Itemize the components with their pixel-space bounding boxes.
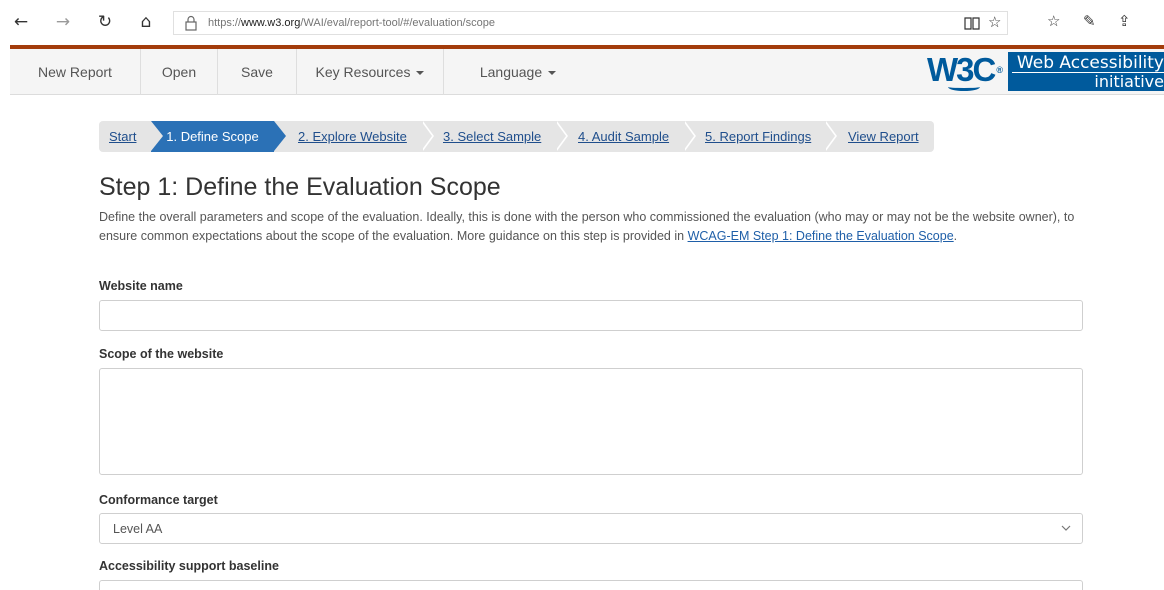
caret-down-icon (548, 71, 557, 76)
accessibility-support-label: Accessibility support baseline (99, 559, 279, 573)
step-report-findings-link[interactable]: 5. Report Findings (705, 121, 811, 152)
address-bar[interactable]: https://www.w3.org/WAI/eval/report-tool/… (173, 11, 1008, 35)
website-name-label: Website name (99, 279, 183, 293)
language-menu[interactable]: Language (444, 49, 592, 95)
accessibility-support-input[interactable] (99, 580, 1083, 590)
save-button[interactable]: Save (218, 49, 297, 95)
favorite-star-icon[interactable]: ☆ (988, 13, 1001, 31)
step-navigation: Start 1. Define Scope 2. Explore Website… (99, 121, 934, 152)
intro-paragraph: Define the overall parameters and scope … (99, 208, 1084, 245)
pen-icon[interactable]: ✎ (1083, 12, 1096, 30)
new-report-button[interactable]: New Report (10, 49, 141, 95)
w3c-logo-swoosh (948, 83, 980, 91)
conformance-target-value: Level AA (113, 522, 163, 536)
step-audit-sample-link[interactable]: 4. Audit Sample (578, 121, 669, 152)
open-button[interactable]: Open (141, 49, 218, 95)
step-select-sample-link[interactable]: 3. Select Sample (443, 121, 541, 152)
wcag-em-step1-link[interactable]: WCAG-EM Step 1: Define the Evaluation Sc… (688, 229, 954, 243)
app-header: New Report Open Save Key Resources Langu… (10, 49, 1164, 95)
caret-down-icon (416, 71, 425, 76)
chevron-down-icon (1061, 525, 1071, 531)
registered-mark: ® (996, 65, 1003, 75)
forward-icon[interactable]: → (50, 9, 76, 35)
favorites-list-icon[interactable]: ☆ (1047, 12, 1060, 30)
language-label: Language (479, 64, 543, 80)
step-separator-inner (824, 121, 835, 151)
back-icon[interactable]: ← (8, 9, 34, 35)
step-notch (151, 121, 163, 151)
page-title: Step 1: Define the Evaluation Scope (99, 173, 501, 201)
wai-logo-line2: initiative (1094, 72, 1164, 91)
step-define-scope-link[interactable]: 1. Define Scope (151, 121, 274, 152)
step-start-link[interactable]: Start (109, 121, 136, 152)
home-icon[interactable]: ⌂ (133, 9, 159, 35)
key-resources-label: Key Resources (315, 64, 411, 80)
wai-logo-line1: Web Accessibility (1016, 53, 1164, 73)
step-separator-inner (683, 121, 694, 151)
step-view-report-link[interactable]: View Report (848, 121, 919, 152)
browser-toolbar: ← → ↻ ⌂ https://www.w3.org/WAI/eval/repo… (0, 0, 1164, 44)
conformance-target-label: Conformance target (99, 493, 218, 507)
url-text: https://www.w3.org/WAI/eval/report-tool/… (208, 17, 495, 29)
lock-icon (185, 15, 197, 31)
key-resources-menu[interactable]: Key Resources (297, 49, 444, 95)
step-separator-inner (421, 121, 432, 151)
scope-label: Scope of the website (99, 347, 224, 361)
conformance-target-select[interactable]: Level AA (99, 513, 1083, 544)
step-separator-inner (555, 121, 566, 151)
reading-view-icon[interactable] (964, 15, 980, 31)
wai-logo[interactable]: Web Accessibility initiative (1008, 52, 1164, 91)
intro-end: . (953, 228, 958, 243)
scope-textarea[interactable] (99, 368, 1083, 475)
refresh-icon[interactable]: ↻ (92, 9, 118, 35)
website-name-input[interactable] (99, 300, 1083, 331)
share-icon[interactable]: ⇪ (1118, 12, 1131, 30)
step-active-arrow (274, 121, 286, 151)
step-explore-website-link[interactable]: 2. Explore Website (298, 121, 407, 152)
